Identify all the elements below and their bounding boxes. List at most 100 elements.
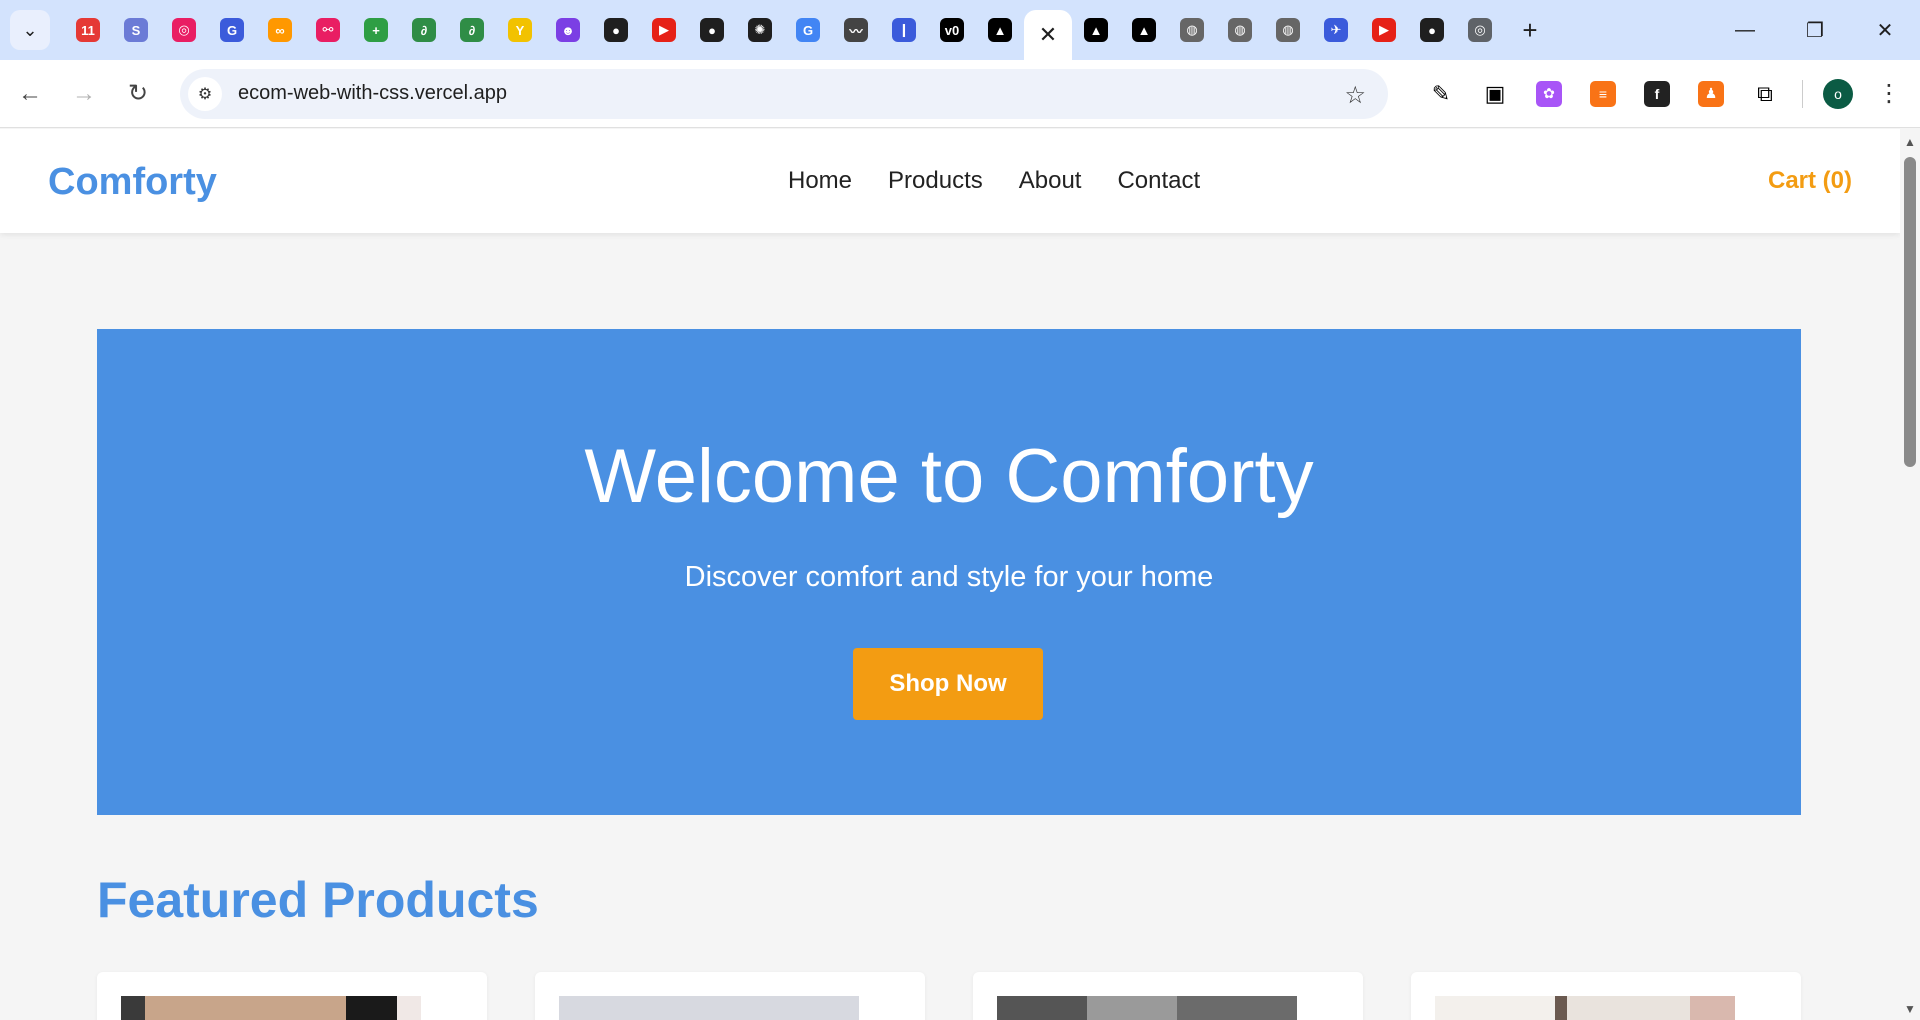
browser-tab[interactable]: Y — [496, 8, 544, 52]
browser-tab[interactable]: G — [784, 8, 832, 52]
browser-tab[interactable]: ☻ — [544, 8, 592, 52]
browser-tab-active[interactable]: ✕ — [1024, 10, 1072, 60]
hero-subtitle: Discover comfort and style for your home — [684, 561, 1214, 593]
browser-tab[interactable]: ▶ — [1360, 8, 1408, 52]
toolbar-divider — [1802, 79, 1803, 108]
scroll-up-arrow-icon[interactable]: ▲ — [1904, 135, 1916, 149]
product-card[interactable] — [535, 972, 925, 1020]
tab-strip: ⌄ 11 S ◎ G ∞ ⚯ + ∂ ∂ Y ☻ ● ▶ ● ✺ G 〰 ❙ v0 ▲ ✕ ▲ ▲ ◍ ◍ ◍ ✈ ▶ ● ◎ + — ❐… — [0, 0, 1920, 60]
site-info-icon[interactable]: ⚙ — [188, 76, 222, 111]
close-icon[interactable]: ✕ — [1036, 22, 1060, 47]
image-icon[interactable]: ▣ — [1468, 70, 1522, 118]
browser-tab[interactable]: ◎ — [160, 8, 208, 52]
browser-tab[interactable]: ▲ — [976, 8, 1024, 52]
nav-contact[interactable]: Contact — [1117, 167, 1200, 195]
puzzle-icon[interactable]: ⧉ — [1738, 70, 1792, 118]
target-icon: ◎ — [172, 18, 196, 42]
browser-tab[interactable]: ◍ — [1216, 8, 1264, 52]
browser-tab[interactable]: ● — [1408, 8, 1456, 52]
profile-avatar[interactable]: o — [1823, 78, 1853, 109]
browser-tab[interactable]: ∞ — [256, 8, 304, 52]
browser-tab[interactable]: + — [352, 8, 400, 52]
hero-title: Welcome to Comforty — [584, 434, 1314, 519]
bookmark-star-icon[interactable]: ☆ — [1344, 81, 1366, 110]
tab-list: 11 S ◎ G ∞ ⚯ + ∂ ∂ Y ☻ ● ▶ ● ✺ G 〰 ❙ v0 ▲ ✕ ▲ ▲ ◍ ◍ ◍ ✈ ▶ ● ◎ — [64, 0, 1504, 60]
github-icon: ● — [1420, 18, 1444, 42]
new-tab-button[interactable]: + — [1510, 10, 1550, 50]
wave-icon: 〰 — [844, 18, 868, 42]
address-bar[interactable]: ⚙ ecom-web-with-css.vercel.app ☆ — [180, 68, 1388, 119]
browser-tab[interactable]: 11 — [64, 8, 112, 52]
extensions-row: ✎ ▣ ✿ ≡ f ♟ ⧉ o ⋮ — [1414, 70, 1909, 118]
minimize-button[interactable]: — — [1710, 0, 1780, 60]
nav-products[interactable]: Products — [888, 167, 983, 195]
address-url[interactable]: ecom-web-with-css.vercel.app — [238, 82, 507, 105]
chess-icon[interactable]: ♟ — [1684, 70, 1738, 118]
browser-tab[interactable]: G — [208, 8, 256, 52]
browser-tab[interactable]: ◍ — [1264, 8, 1312, 52]
bird-icon: ✈ — [1324, 18, 1348, 42]
gfg-icon: ∂ — [460, 18, 484, 42]
browser-tab[interactable]: ◍ — [1168, 8, 1216, 52]
notes-icon[interactable]: ≡ — [1576, 70, 1630, 118]
calendar-icon: 11 — [76, 18, 100, 42]
browser-tab[interactable]: ❙ — [880, 8, 928, 52]
browser-tab[interactable]: v0 — [928, 8, 976, 52]
chrome-icon: ◎ — [1468, 18, 1492, 42]
reload-button[interactable]: ↻ — [114, 70, 162, 118]
browser-toolbar: ← → ↻ ⚙ ecom-web-with-css.vercel.app ☆ ✎… — [0, 60, 1920, 128]
browser-tab[interactable]: ▲ — [1120, 8, 1168, 52]
infinity-icon: ∞ — [268, 18, 292, 42]
back-button[interactable]: ← — [6, 70, 54, 118]
scroll-down-arrow-icon[interactable]: ▼ — [1904, 1002, 1916, 1016]
gfg-icon: ∂ — [412, 18, 436, 42]
browser-tab[interactable]: ∂ — [400, 8, 448, 52]
restore-button[interactable]: ❐ — [1780, 0, 1850, 60]
nav-home[interactable]: Home — [788, 167, 852, 195]
youtube-icon: ▶ — [652, 18, 676, 42]
browser-tab[interactable]: ✺ — [736, 8, 784, 52]
site-logo[interactable]: Comforty — [48, 161, 217, 204]
triangle-icon: ▲ — [1084, 18, 1108, 42]
font-icon[interactable]: f — [1630, 70, 1684, 118]
browser-tab[interactable]: S — [112, 8, 160, 52]
product-card[interactable] — [97, 972, 487, 1020]
shop-now-button[interactable]: Shop Now — [853, 648, 1043, 720]
browser-tab[interactable]: ◎ — [1456, 8, 1504, 52]
browser-tab[interactable]: ● — [592, 8, 640, 52]
product-image — [1435, 996, 1735, 1020]
product-image — [559, 996, 859, 1020]
bot-icon: ☻ — [556, 18, 580, 42]
brain-icon[interactable]: ✿ — [1522, 70, 1576, 118]
browser-tab[interactable]: 〰 — [832, 8, 880, 52]
forward-button[interactable]: → — [60, 70, 108, 118]
browser-tab[interactable]: ▶ — [640, 8, 688, 52]
browser-tab[interactable]: ⚯ — [304, 8, 352, 52]
pill-icon: ❙ — [892, 18, 916, 42]
browser-tab[interactable]: ● — [688, 8, 736, 52]
product-card[interactable] — [973, 972, 1363, 1020]
globe-icon: ◍ — [1228, 18, 1252, 42]
openai-icon: ✺ — [748, 18, 772, 42]
page-scrollbar[interactable]: ▲ ▼ — [1900, 129, 1920, 1020]
browser-tab[interactable]: ∂ — [448, 8, 496, 52]
eyedropper-icon[interactable]: ✎ — [1414, 70, 1468, 118]
youtube-icon: ▶ — [1372, 18, 1396, 42]
triangle-icon: ▲ — [988, 18, 1012, 42]
nav-about[interactable]: About — [1019, 167, 1082, 195]
tab-search-button[interactable]: ⌄ — [10, 10, 50, 50]
cart-link[interactable]: Cart (0) — [1768, 167, 1852, 195]
github-icon: ● — [604, 18, 628, 42]
browser-tab[interactable]: ▲ — [1072, 8, 1120, 52]
page-viewport: Comforty Home Products About Contact Car… — [0, 129, 1900, 1020]
scrollbar-thumb[interactable] — [1904, 157, 1916, 467]
featured-products-title: Featured Products — [97, 872, 539, 928]
graph-icon: ⚯ — [316, 18, 340, 42]
product-image — [121, 996, 421, 1020]
main-nav: Home Products About Contact — [788, 167, 1200, 195]
menu-icon[interactable]: ⋮ — [1869, 70, 1909, 118]
google-icon: G — [796, 18, 820, 42]
browser-tab[interactable]: ✈ — [1312, 8, 1360, 52]
product-card[interactable] — [1411, 972, 1801, 1020]
close-window-button[interactable]: ✕ — [1850, 0, 1920, 60]
